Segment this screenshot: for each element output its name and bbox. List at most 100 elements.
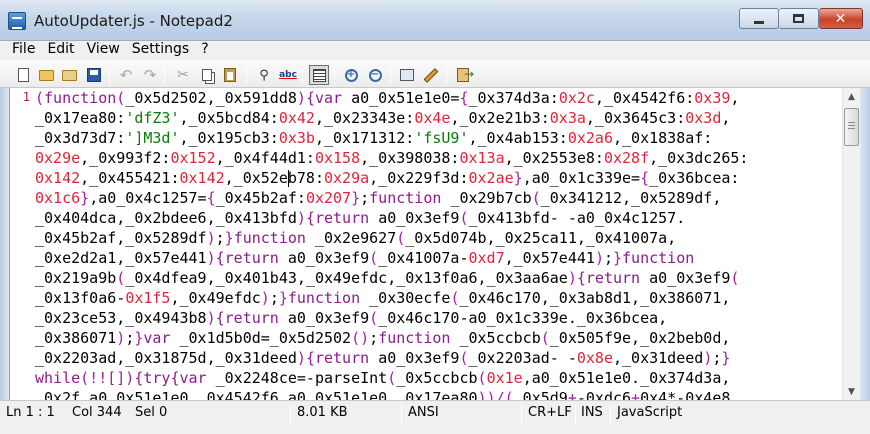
code-token: ,_0x2553e8:: [504, 149, 604, 167]
code-line: _0x404dca,_0x2bdee6,_0x413bfd){return a0…: [35, 208, 845, 228]
toolbar-separator: [109, 66, 110, 84]
code-token: ,_0x1838af:: [613, 129, 713, 147]
code-token: {return: [305, 209, 379, 227]
code-line: _0x17ea80:'dfZ3',_0x5bcd84:0x42,_0x23343…: [35, 108, 845, 128]
find-icon: ⚲: [259, 67, 269, 83]
code-token: _0x5d2502,_0x591dd8: [125, 89, 297, 107]
menu-help[interactable]: ?: [197, 41, 212, 60]
scroll-up-button[interactable]: ▲: [843, 88, 860, 105]
code-token: ): [703, 349, 713, 367]
status-insert-mode[interactable]: INS: [581, 405, 603, 420]
code-token: {return: [215, 309, 288, 327]
code-line: _0x13f0a6-0x1f5,_0x49efdc);}function _0x…: [35, 288, 845, 308]
zoom-in-button[interactable]: +: [341, 65, 361, 85]
code-token: ;: [215, 229, 225, 247]
code-token: _0x41007a-: [378, 249, 469, 267]
code-line: 0x1c6},a0_0x4c1257={_0x45b2af:0x207};fun…: [35, 188, 845, 208]
new-button[interactable]: [13, 65, 33, 85]
code-token: ): [206, 249, 216, 267]
copy-button[interactable]: [197, 65, 217, 85]
status-encoding[interactable]: ANSI: [408, 405, 439, 420]
code-token: ,_0x4f44d1:: [215, 149, 315, 167]
code-line: while(!![]){try{var _0x2248ce=-parseInt(…: [35, 368, 845, 388]
code-line: _0xe2d2a1,_0x57e441){return a0_0x3ef9(_0…: [35, 248, 845, 268]
word-wrap-icon: [312, 68, 326, 82]
code-line: _0x23ce53,_0x4943b8){return a0_0x3ef9(_0…: [35, 308, 845, 328]
title-bar[interactable]: AutoUpdater.js - Notepad2 ✕: [0, 0, 870, 41]
code-text[interactable]: (function(_0x5d2502,_0x591dd8){var a0_0x…: [35, 88, 845, 400]
scroll-down-button[interactable]: ▼: [843, 383, 860, 400]
maximize-button[interactable]: [779, 8, 819, 29]
status-bar: Ln 1 : 1 Col 344 Sel 0 8.01 KB ANSI CR+L…: [0, 400, 870, 434]
code-token: ;: [369, 329, 379, 347]
code-token: (: [116, 89, 126, 107]
code-token: ): [116, 329, 126, 347]
browse-button[interactable]: [59, 65, 79, 85]
code-token: ,_0x4ab153:: [468, 129, 568, 147]
code-token: ,a0_0x1c339e=: [522, 169, 641, 187]
code-token: ,_0x31deed: [613, 349, 704, 367]
status-line-endings[interactable]: CR+LF: [528, 405, 572, 420]
code-token: 0x29e: [35, 149, 81, 167]
code-token: (: [396, 229, 406, 247]
zoom-in-icon: +: [344, 68, 358, 82]
menu-view[interactable]: View: [83, 41, 124, 60]
code-token: _0x5d074b,_0x25ca11,_0x41007a,: [405, 229, 677, 247]
customize-schemes-button[interactable]: [421, 65, 441, 85]
editor-area[interactable]: 1 (function(_0x5d2502,_0x591dd8){var a0_…: [9, 88, 860, 400]
vertical-scrollbar[interactable]: ▲ ▼: [842, 88, 860, 400]
code-line: 0x29e,_0x993f2:0x152,_0x4f44d1:0x158,_0x…: [35, 148, 845, 168]
exit-button[interactable]: [453, 65, 474, 85]
code-token: }: [80, 189, 90, 207]
status-language[interactable]: JavaScript: [617, 405, 682, 420]
code-token: function: [287, 289, 370, 307]
cut-button[interactable]: ✂: [173, 65, 193, 85]
window-title: AutoUpdater.js - Notepad2: [34, 12, 233, 30]
menu-file[interactable]: File: [8, 41, 39, 60]
code-token: function: [233, 229, 315, 247]
code-token: ;: [125, 329, 135, 347]
word-wrap-button[interactable]: [309, 65, 329, 85]
code-token: }: [613, 249, 623, 267]
redo-button[interactable]: ↷: [140, 65, 160, 85]
code-token: ): [594, 249, 604, 267]
code-token: 0x158: [314, 149, 361, 167]
find-button[interactable]: ⚲: [254, 65, 274, 85]
code-token: (: [35, 89, 45, 107]
code-token: ): [206, 309, 216, 327]
close-button[interactable]: ✕: [819, 8, 863, 29]
replace-icon: abc: [279, 70, 297, 80]
code-token: (: [477, 369, 487, 387]
schemes-icon: [400, 69, 414, 81]
code-token: ,_0x49efdc: [170, 289, 261, 307]
code-token: 0x207: [305, 189, 352, 207]
save-button[interactable]: [84, 65, 104, 85]
schemes-button[interactable]: [397, 65, 417, 85]
undo-button[interactable]: ↶: [116, 65, 136, 85]
code-token: {return: [305, 349, 379, 367]
minimize-button[interactable]: [739, 8, 779, 29]
code-token: 0x39: [694, 89, 731, 107]
code-token: _0x23ce53,_0x4943b8: [35, 309, 207, 327]
customize-icon: [424, 68, 438, 82]
replace-button[interactable]: abc: [278, 65, 298, 85]
code-token: _0x404dca,_0x2bdee6,_0x413bfd: [35, 209, 297, 227]
code-token: _0x341212,_0x5289df,: [540, 189, 722, 207]
open-button[interactable]: [36, 65, 56, 85]
code-token: function: [378, 329, 460, 347]
zoom-out-button[interactable]: −: [365, 65, 385, 85]
code-token: {: [459, 89, 469, 107]
menu-settings[interactable]: Settings: [128, 41, 193, 60]
code-token: _0x30ecfe: [369, 289, 451, 307]
scrollbar-thumb[interactable]: [844, 108, 859, 146]
code-line: _0x386071);}var _0x1d5b0d=_0x5d2502();fu…: [35, 328, 845, 348]
paste-button[interactable]: [220, 65, 240, 85]
menu-edit[interactable]: Edit: [43, 41, 78, 60]
code-token: _0x219a9b: [35, 269, 117, 287]
toolbar-separator: [246, 66, 247, 84]
code-token: +: [567, 389, 577, 400]
notepad2-app-icon[interactable]: [8, 12, 26, 30]
code-token: (!![]): [80, 369, 135, 387]
line-number-gutter: 1: [10, 88, 32, 400]
code-token: _0x2248ce=-parseInt: [215, 369, 388, 387]
